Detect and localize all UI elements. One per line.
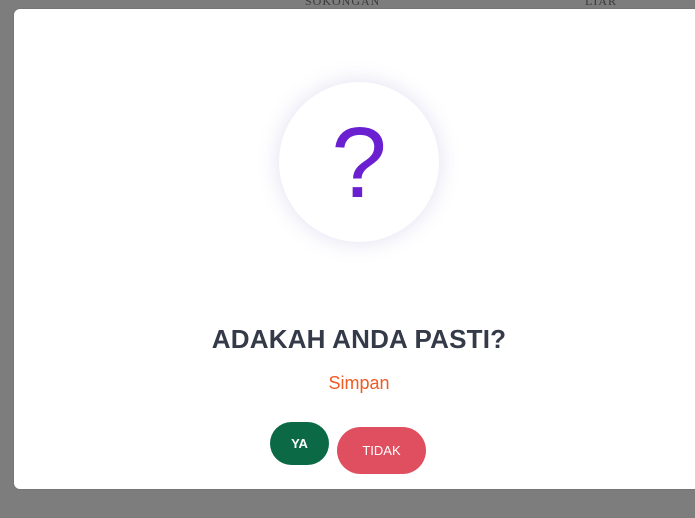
backdrop-column-header: SOKONGAN (305, 0, 381, 8)
dialog-title: ADAKAH ANDA PASTI? (211, 324, 507, 354)
question-mark-icon: ? (331, 107, 387, 219)
dialog-subtitle: Simpan (328, 373, 390, 393)
question-icon-circle: ? (279, 82, 439, 242)
confirm-button[interactable]: YA (270, 422, 329, 465)
cancel-button[interactable]: TIDAK (337, 427, 426, 474)
confirmation-dialog: ? ADAKAH ANDA PASTI? Simpan YA TIDAK (14, 9, 695, 489)
backdrop-column-header: LIAR (585, 0, 617, 8)
